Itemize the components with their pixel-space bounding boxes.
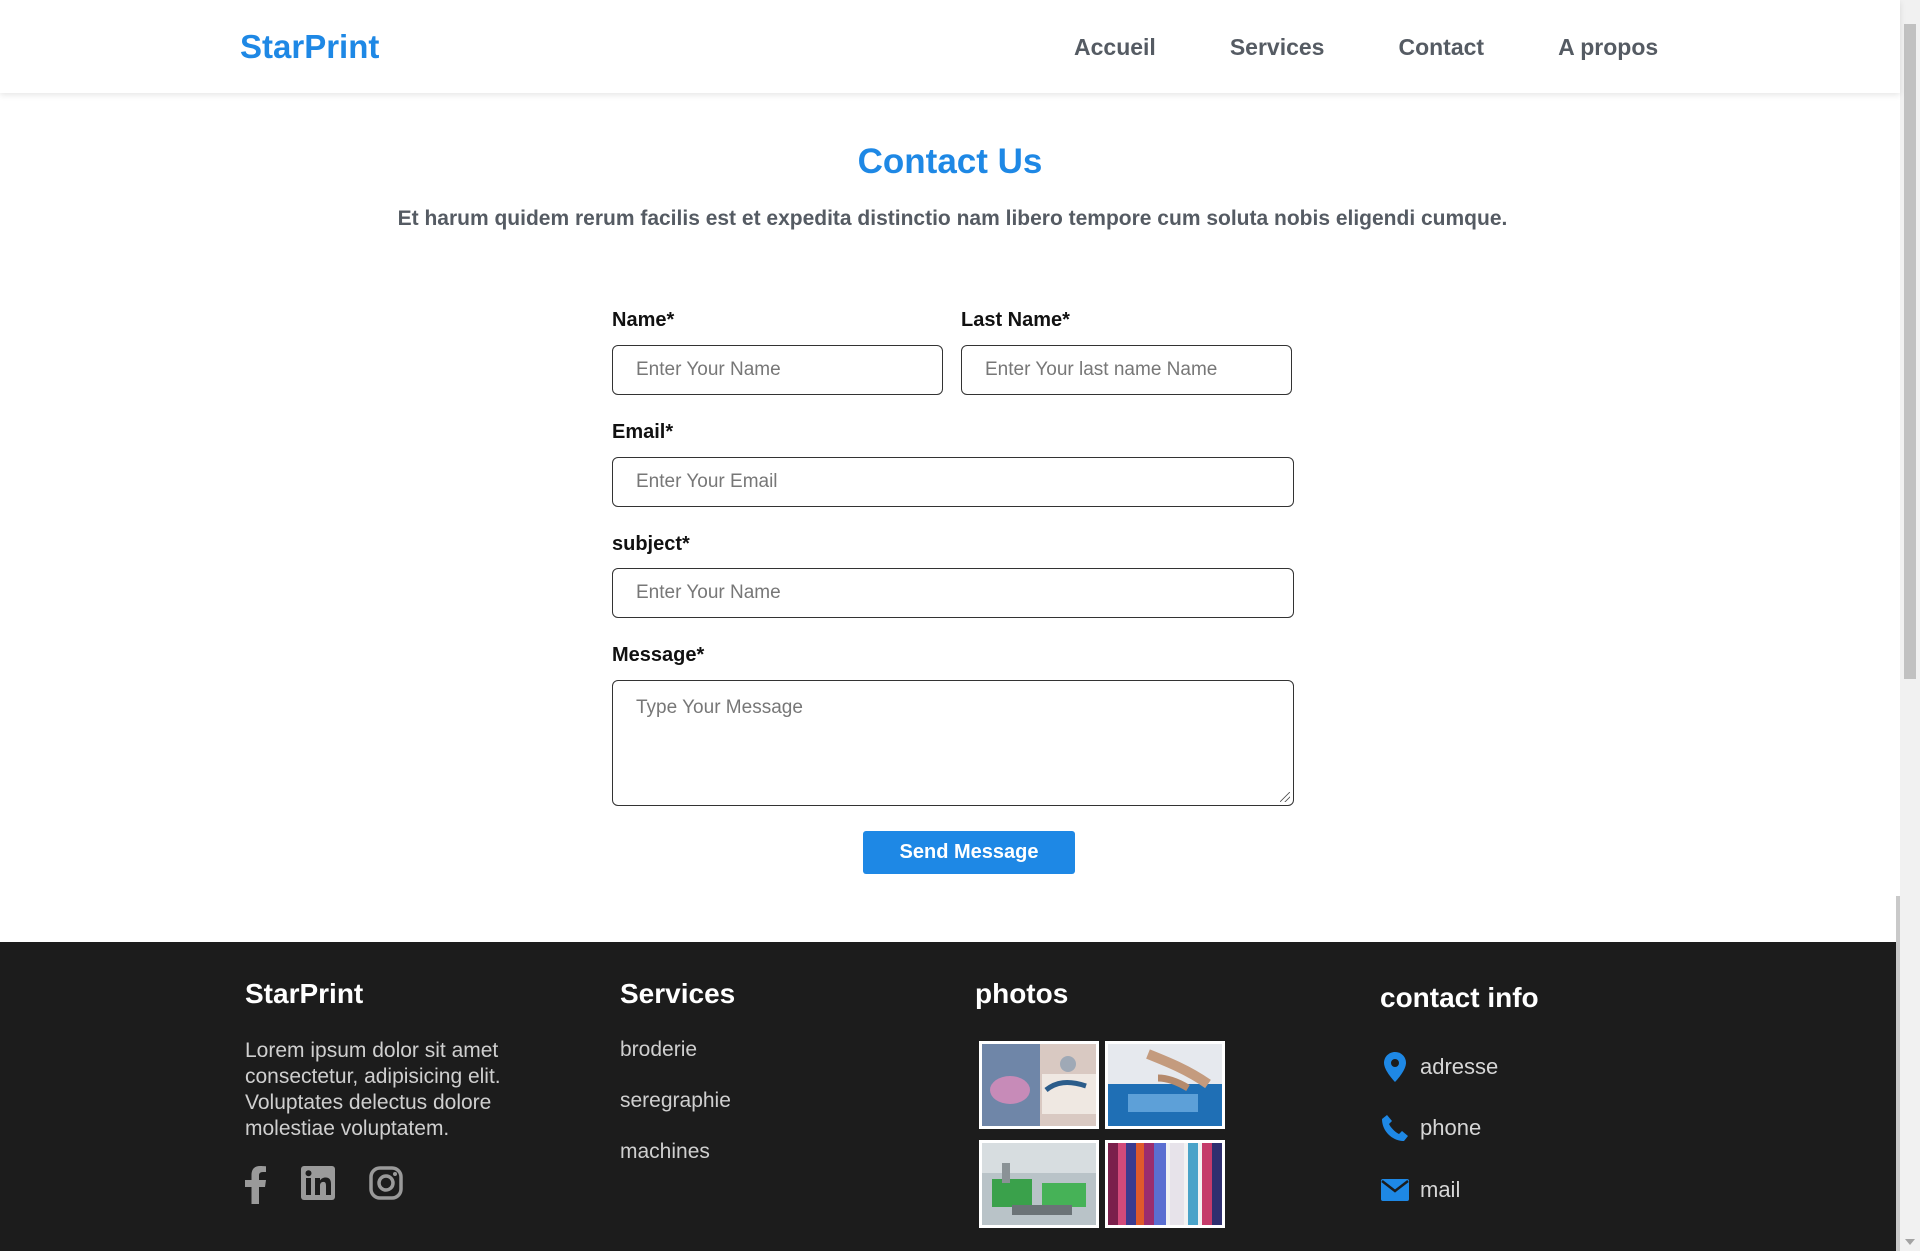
- send-message-button[interactable]: Send Message: [863, 831, 1075, 874]
- photo-screen-printing[interactable]: [1105, 1041, 1225, 1129]
- footer: StarPrint Lorem ipsum dolor sit amet con…: [0, 942, 1896, 1251]
- contact-info-address[interactable]: adresse: [1380, 1052, 1498, 1082]
- subject-label: subject*: [612, 533, 690, 555]
- brand-logo[interactable]: StarPrint: [240, 28, 379, 66]
- scrollbar-thumb[interactable]: [1904, 24, 1916, 679]
- message-placeholder: Type Your Message: [636, 697, 803, 718]
- top-navbar: StarPrint Accueil Services Contact A pro…: [0, 0, 1900, 93]
- facebook-icon[interactable]: [245, 1166, 267, 1209]
- email-input[interactable]: Enter Your Email: [612, 457, 1294, 507]
- page-title: Contact Us: [857, 142, 1043, 181]
- scroll-down-arrow-icon[interactable]: [1905, 1239, 1915, 1245]
- social-links: [245, 1166, 437, 1209]
- mail-icon: [1380, 1179, 1410, 1201]
- page-subtitle: Et harum quidem rerum facilis est et exp…: [397, 207, 1508, 230]
- instagram-icon[interactable]: [369, 1166, 403, 1209]
- nav-link-accueil[interactable]: Accueil: [1074, 34, 1156, 61]
- photo-fabrics[interactable]: [1105, 1140, 1225, 1228]
- email-label: Email*: [612, 421, 674, 443]
- footer-link-machines[interactable]: machines: [620, 1140, 710, 1164]
- footer-services-title: Services: [620, 978, 736, 1009]
- location-pin-icon: [1380, 1052, 1410, 1082]
- contact-info-mail-label: mail: [1420, 1177, 1461, 1202]
- nav-link-services[interactable]: Services: [1230, 34, 1325, 61]
- last-name-label: Last Name*: [961, 309, 1070, 331]
- message-textarea[interactable]: Type Your Message: [612, 680, 1294, 806]
- last-name-input[interactable]: Enter Your last name Name: [961, 345, 1292, 395]
- name-input[interactable]: Enter Your Name: [612, 345, 943, 395]
- photo-machines[interactable]: [979, 1140, 1099, 1228]
- photo-embroidery[interactable]: [979, 1041, 1099, 1129]
- footer-brand: StarPrint: [245, 978, 364, 1009]
- page-scrollbar[interactable]: [1900, 0, 1920, 1251]
- footer-link-seregraphie[interactable]: seregraphie: [620, 1089, 731, 1113]
- resize-handle-icon[interactable]: [1280, 792, 1290, 802]
- linkedin-icon[interactable]: [301, 1166, 335, 1209]
- phone-icon: [1380, 1114, 1410, 1142]
- contact-info-mail[interactable]: mail: [1380, 1177, 1460, 1203]
- footer-photos-title: photos: [975, 978, 1069, 1009]
- message-label: Message*: [612, 644, 705, 666]
- main-nav: Accueil Services Contact A propos: [1074, 34, 1658, 61]
- contact-info-phone[interactable]: phone: [1380, 1114, 1481, 1142]
- contact-info-phone-label: phone: [1420, 1115, 1482, 1140]
- name-label: Name*: [612, 309, 675, 331]
- nav-link-contact[interactable]: Contact: [1398, 34, 1484, 61]
- footer-about-text: Lorem ipsum dolor sit amet consectetur, …: [245, 1039, 501, 1140]
- nav-link-a-propos[interactable]: A propos: [1558, 34, 1658, 61]
- footer-link-broderie[interactable]: broderie: [620, 1038, 697, 1062]
- subject-input[interactable]: Enter Your Name: [612, 568, 1294, 618]
- contact-info-address-label: adresse: [1420, 1054, 1499, 1079]
- footer-contact-title: contact info: [1380, 982, 1539, 1013]
